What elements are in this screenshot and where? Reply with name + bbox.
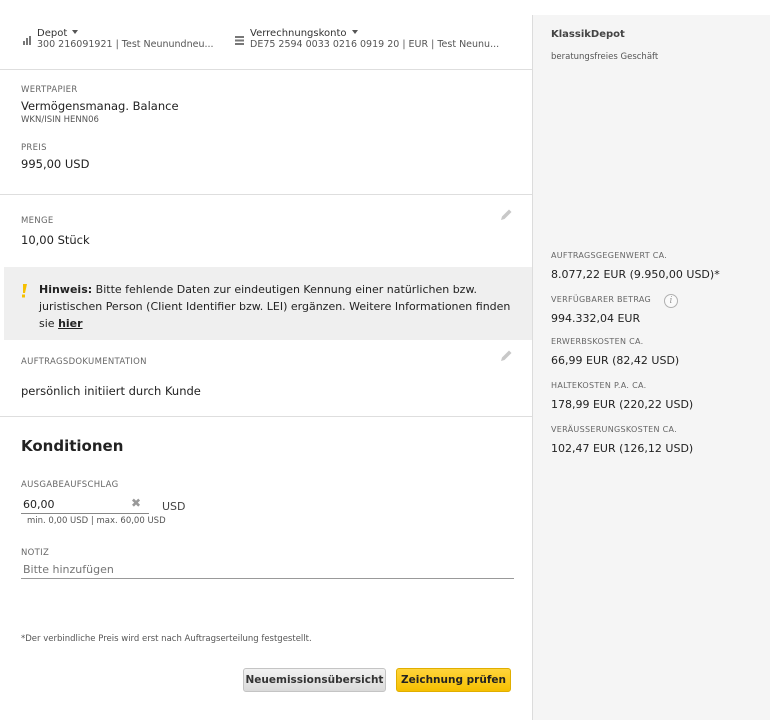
note-input[interactable] xyxy=(21,561,514,579)
account-selector[interactable]: Verrechnungskonto DE75 2594 0033 0216 09… xyxy=(234,28,524,54)
order-form: Depot 300 216091921 | Test Neunundneu...… xyxy=(0,0,532,720)
new-issues-overview-button[interactable]: Neuemissionsübersicht xyxy=(243,668,386,692)
footnote: *Der verbindliche Preis wird erst nach A… xyxy=(21,634,312,644)
info-icon[interactable]: i xyxy=(664,294,678,308)
note-label: NOTIZ xyxy=(21,548,50,558)
available-amount: 994.332,04 EUR xyxy=(551,312,641,325)
chevron-down-icon xyxy=(72,30,79,34)
divider xyxy=(0,416,532,417)
account-label: Verrechnungskonto xyxy=(250,28,347,39)
order-value: 8.077,22 EUR (9.950,00 USD)* xyxy=(551,268,720,281)
security-wkn: WKN/ISIN HENN06 xyxy=(21,115,99,125)
holding-costs: 178,99 EUR (220,22 USD) xyxy=(551,398,694,411)
available-amount-label: VERFÜGBARER BETRAG xyxy=(551,295,652,304)
pencil-icon[interactable] xyxy=(499,349,513,363)
sale-costs-label: VERÄUSSERUNGSKOSTEN CA. xyxy=(551,425,677,434)
sale-costs: 102,47 EUR (126,12 USD) xyxy=(551,442,694,455)
account-value: DE75 2594 0033 0216 0919 20 | EUR | Test… xyxy=(250,39,500,50)
clear-x-icon[interactable]: ✖ xyxy=(131,496,141,510)
account-list-icon xyxy=(235,36,244,45)
price-value: 995,00 USD xyxy=(21,157,90,171)
exclamation-icon xyxy=(22,284,27,298)
conditions-title: Konditionen xyxy=(21,437,124,455)
pencil-icon[interactable] xyxy=(499,208,513,222)
price-label: PREIS xyxy=(21,143,47,153)
security-label: WERTPAPIER xyxy=(21,85,78,95)
divider xyxy=(0,194,532,195)
surcharge-input[interactable] xyxy=(21,496,149,514)
depot-label: Depot xyxy=(37,28,68,39)
depot-selector[interactable]: Depot 300 216091921 | Test Neunundneu... xyxy=(22,28,222,54)
sidebar-summary: KlassikDepot beratungsfreies Geschäft AU… xyxy=(532,15,770,720)
hint-box: Hinweis: Bitte fehlende Daten zur eindeu… xyxy=(4,267,532,340)
bar-chart-icon xyxy=(23,36,31,45)
quantity-value: 10,00 Stück xyxy=(21,233,90,247)
security-name: Vermögensmanag. Balance xyxy=(21,99,179,113)
acquisition-costs-label: ERWERBSKOSTEN CA. xyxy=(551,337,644,346)
depot-value: 300 216091921 | Test Neunundneu... xyxy=(37,39,214,50)
documentation-value: persönlich initiiert durch Kunde xyxy=(21,384,201,398)
sidebar-subtitle: beratungsfreies Geschäft xyxy=(551,52,659,62)
chevron-down-icon xyxy=(351,30,358,34)
order-value-label: AUFTRAGSGEGENWERT CA. xyxy=(551,251,668,260)
surcharge-label: AUSGABEAUFSCHLAG xyxy=(21,480,119,490)
divider xyxy=(0,69,532,70)
hint-body: Bitte fehlende Daten zur eindeutigen Ken… xyxy=(39,283,511,330)
surcharge-unit: USD xyxy=(162,500,186,513)
hint-title: Hinweis: xyxy=(39,283,93,296)
surcharge-range: min. 0,00 USD | max. 60,00 USD xyxy=(27,516,166,526)
hint-text: Hinweis: Bitte fehlende Daten zur eindeu… xyxy=(39,281,517,332)
sidebar-title: KlassikDepot xyxy=(551,29,625,40)
documentation-label: AUFTRAGSDOKUMENTATION xyxy=(21,357,147,367)
acquisition-costs: 66,99 EUR (82,42 USD) xyxy=(551,354,680,367)
hint-link[interactable]: hier xyxy=(58,317,83,330)
quantity-label: MENGE xyxy=(21,216,54,226)
check-subscription-button[interactable]: Zeichnung prüfen xyxy=(396,668,511,692)
holding-costs-label: HALTEKOSTEN P.A. CA. xyxy=(551,381,647,390)
